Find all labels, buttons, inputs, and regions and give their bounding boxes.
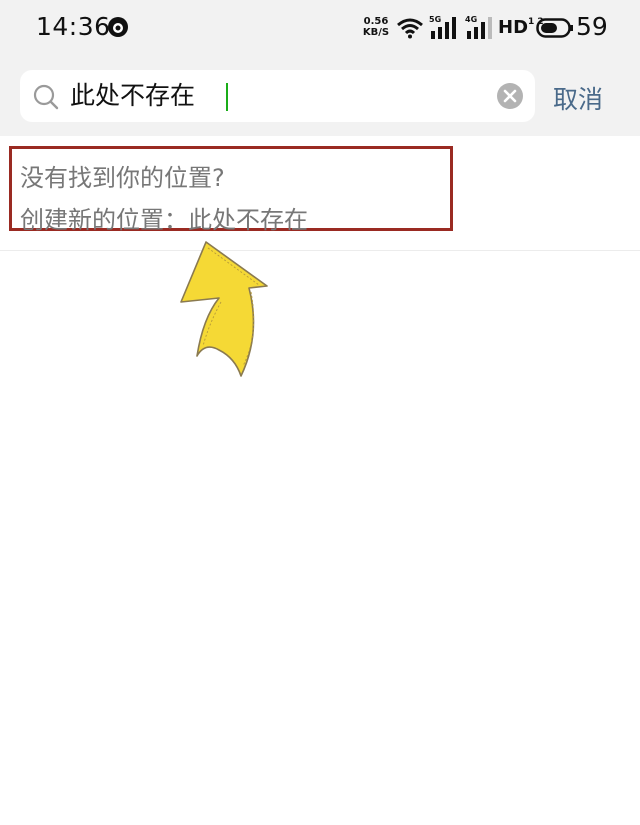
clear-icon[interactable] <box>496 82 524 110</box>
battery-level: 59 <box>576 12 608 41</box>
create-location-item[interactable]: 没有找到你的位置? 创建新的位置：此处不存在 <box>0 136 640 251</box>
not-found-text: 没有找到你的位置? <box>20 164 225 192</box>
signal-5g: 5G <box>429 15 459 39</box>
text-caret <box>226 83 228 111</box>
status-bar: 14:36 0.56 KB/S 5G 4G HD1 2 59 <box>0 0 640 58</box>
signal-4g: 4G <box>465 15 495 39</box>
cancel-button[interactable]: 取消 <box>553 80 603 116</box>
location-search-screen: 14:36 0.56 KB/S 5G 4G HD1 2 59 此处不存在 取消 … <box>0 0 640 825</box>
search-box[interactable] <box>20 70 535 122</box>
signal-4g-bars-icon <box>467 17 492 39</box>
app-notification-icon <box>108 17 128 37</box>
hd-text: HD <box>498 17 529 38</box>
status-time: 14:36 <box>36 12 111 41</box>
wifi-icon <box>397 18 423 39</box>
network-speed-value: 0.56 <box>363 16 389 27</box>
create-location-text: 创建新的位置：此处不存在 <box>20 206 308 234</box>
network-speed: 0.56 KB/S <box>360 16 392 38</box>
battery-icon <box>536 18 573 38</box>
network-speed-unit: KB/S <box>362 27 390 38</box>
search-icon <box>33 84 59 110</box>
search-input[interactable] <box>70 70 450 122</box>
arrow-annotation-icon <box>180 241 268 377</box>
signal-5g-bars-icon <box>431 17 456 39</box>
search-header: 取消 <box>0 58 640 136</box>
